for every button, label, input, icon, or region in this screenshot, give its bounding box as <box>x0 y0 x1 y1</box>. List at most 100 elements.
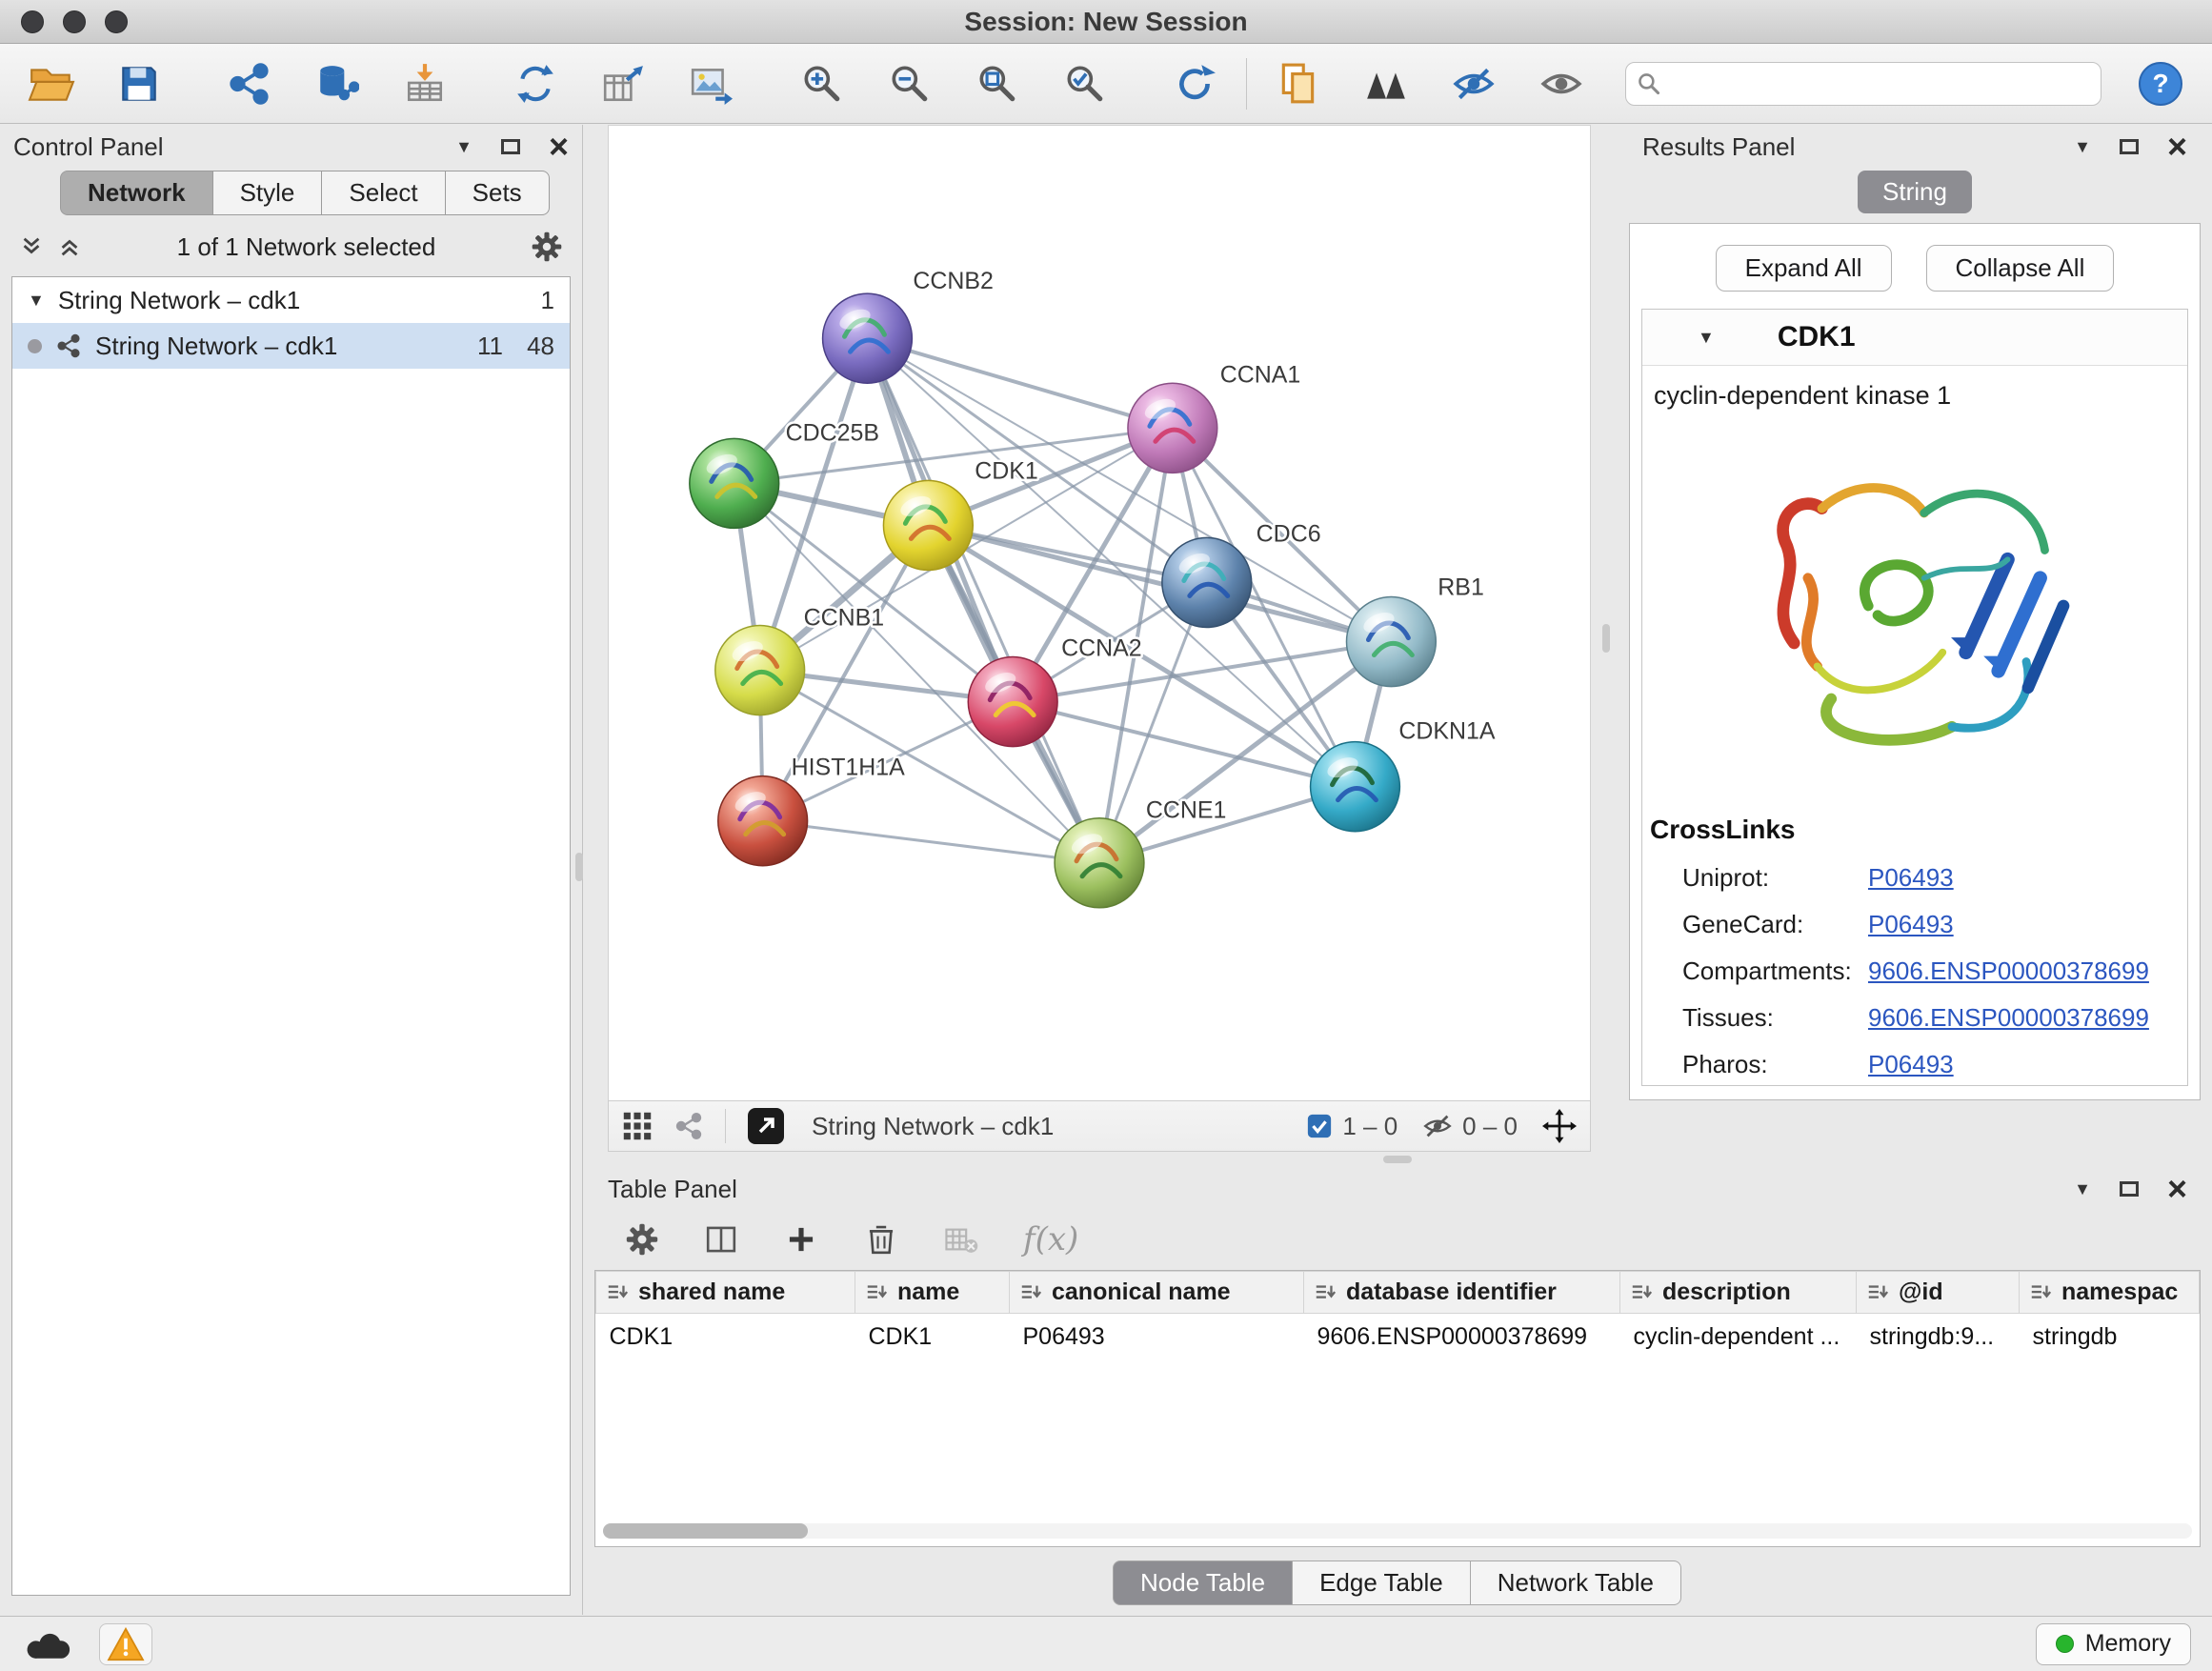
expand-all-icon[interactable] <box>57 234 82 259</box>
collapse-all-button[interactable]: Collapse All <box>1926 245 2115 292</box>
close-table-icon[interactable]: × <box>2167 1176 2187 1203</box>
cell-id[interactable]: stringdb:9... <box>1857 1314 2020 1361</box>
cell-canonical-name[interactable]: P06493 <box>1010 1314 1304 1361</box>
zoom-in-button[interactable] <box>794 57 848 111</box>
network-node-CCNA2[interactable] <box>968 657 1057 747</box>
float-panel-icon[interactable] <box>501 139 520 154</box>
network-node-CCNB2[interactable] <box>823 293 913 383</box>
save-session-button[interactable] <box>112 57 166 111</box>
gear-icon[interactable] <box>531 231 563 263</box>
table-horizontal-scrollbar[interactable] <box>603 1523 2192 1539</box>
vertical-splitter-right[interactable] <box>1602 624 1610 653</box>
maximize-window-button[interactable] <box>105 10 128 33</box>
network-collection-row[interactable]: ▼ String Network – cdk1 1 <box>12 277 570 323</box>
network-node-RB1[interactable] <box>1346 596 1436 686</box>
column-header[interactable]: description <box>1620 1272 1857 1314</box>
zoom-out-button[interactable] <box>882 57 935 111</box>
uniprot-link[interactable]: P06493 <box>1868 863 1954 893</box>
help-button[interactable]: ? <box>2134 57 2187 111</box>
eye-slash-icon[interactable] <box>1422 1111 1453 1141</box>
tab-network[interactable]: Network <box>60 171 213 215</box>
network-node-CDC25B[interactable] <box>690 438 779 528</box>
network-node-CDKN1A[interactable] <box>1311 742 1400 832</box>
collapse-results-icon[interactable]: ▼ <box>2074 138 2091 155</box>
network-node-CDK1[interactable] <box>883 480 973 570</box>
first-neighbors-button[interactable] <box>1359 57 1413 111</box>
zoom-fit-button[interactable] <box>970 57 1023 111</box>
search-input[interactable] <box>1625 62 2101 106</box>
network-from-table-button[interactable] <box>596 57 650 111</box>
close-results-icon[interactable]: × <box>2167 133 2187 161</box>
horizontal-splitter[interactable] <box>583 1152 2212 1167</box>
expand-all-button[interactable]: Expand All <box>1716 245 1892 292</box>
cell-namespace[interactable]: stringdb <box>2020 1314 2200 1361</box>
network-canvas[interactable]: CCNB2CCNA1CDC25BCDK1CDC6RB1CCNB1CCNA2CDK… <box>608 125 1591 1100</box>
string-tab[interactable]: String <box>1858 171 1972 213</box>
copy-button[interactable] <box>1272 57 1325 111</box>
grid-icon[interactable] <box>622 1111 653 1141</box>
gene-card-header[interactable]: ▼ CDK1 <box>1642 310 2187 366</box>
show-all-button[interactable] <box>1535 57 1588 111</box>
tab-network-table[interactable]: Network Table <box>1470 1560 1681 1605</box>
refresh-button[interactable] <box>1168 57 1221 111</box>
zoom-selected-button[interactable] <box>1057 57 1111 111</box>
genecard-link[interactable]: P06493 <box>1868 910 1954 939</box>
cell-database-identifier[interactable]: 9606.ENSP00000378699 <box>1304 1314 1620 1361</box>
clone-network-button[interactable] <box>509 57 562 111</box>
vertical-splitter-left[interactable] <box>575 853 583 881</box>
tab-node-table[interactable]: Node Table <box>1113 1560 1293 1605</box>
collapse-table-icon[interactable]: ▼ <box>2074 1180 2091 1198</box>
show-columns-icon[interactable] <box>703 1221 739 1258</box>
open-external-icon[interactable] <box>747 1107 785 1145</box>
cloud-button[interactable] <box>21 1623 74 1665</box>
pharos-link[interactable]: P06493 <box>1868 1050 1954 1079</box>
network-node-CCNB1[interactable] <box>715 626 805 715</box>
function-builder-button[interactable]: f(x) <box>1023 1220 1078 1258</box>
open-session-button[interactable] <box>25 57 78 111</box>
import-network-from-database-button[interactable] <box>311 57 364 111</box>
tab-sets[interactable]: Sets <box>445 171 550 215</box>
gene-collapse-icon[interactable]: ▼ <box>1698 329 1715 346</box>
share-icon[interactable] <box>674 1111 704 1141</box>
column-header[interactable]: @id <box>1857 1272 2020 1314</box>
delete-table-icon[interactable] <box>943 1221 979 1258</box>
float-table-icon[interactable] <box>2120 1181 2139 1197</box>
import-network-button[interactable] <box>223 57 276 111</box>
network-node-CCNE1[interactable] <box>1055 818 1144 908</box>
cell-description[interactable]: cyclin-dependent ... <box>1620 1314 1857 1361</box>
checkbox-icon[interactable] <box>1306 1113 1333 1139</box>
table-gear-icon[interactable] <box>625 1222 659 1257</box>
import-table-button[interactable] <box>398 57 452 111</box>
close-window-button[interactable] <box>21 10 44 33</box>
node-table[interactable]: shared name name canonical name database… <box>594 1270 2201 1547</box>
tree-expand-icon[interactable]: ▼ <box>28 292 45 309</box>
tab-style[interactable]: Style <box>212 171 323 215</box>
column-header[interactable]: canonical name <box>1010 1272 1304 1314</box>
move-icon[interactable] <box>1542 1109 1577 1143</box>
add-column-icon[interactable] <box>783 1221 819 1258</box>
float-results-icon[interactable] <box>2120 139 2139 154</box>
minimize-window-button[interactable] <box>63 10 86 33</box>
column-header[interactable]: name <box>855 1272 1010 1314</box>
network-node-CCNA1[interactable] <box>1128 383 1217 473</box>
export-image-button[interactable] <box>684 57 737 111</box>
memory-button[interactable]: Memory <box>2036 1623 2191 1665</box>
delete-column-icon[interactable] <box>863 1221 899 1258</box>
network-row-selected[interactable]: String Network – cdk1 11 48 <box>12 323 570 369</box>
hide-selected-button[interactable] <box>1447 57 1500 111</box>
column-header[interactable]: shared name <box>596 1272 855 1314</box>
compartments-link[interactable]: 9606.ENSP00000378699 <box>1868 956 2149 986</box>
scrollbar-thumb[interactable] <box>603 1523 808 1539</box>
column-header[interactable]: namespac <box>2020 1272 2200 1314</box>
collapse-all-icon[interactable] <box>19 234 44 259</box>
network-node-HIST1H1A[interactable] <box>718 776 808 866</box>
tab-edge-table[interactable]: Edge Table <box>1292 1560 1471 1605</box>
close-panel-icon[interactable]: × <box>549 133 569 161</box>
collapse-panel-icon[interactable]: ▼ <box>455 138 473 155</box>
network-node-CDC6[interactable] <box>1162 537 1252 627</box>
cell-shared-name[interactable]: CDK1 <box>596 1314 855 1361</box>
table-row[interactable]: CDK1 CDK1 P06493 9606.ENSP00000378699 cy… <box>596 1314 2200 1361</box>
cell-name[interactable]: CDK1 <box>855 1314 1010 1361</box>
tab-select[interactable]: Select <box>321 171 445 215</box>
tissues-link[interactable]: 9606.ENSP00000378699 <box>1868 1003 2149 1033</box>
